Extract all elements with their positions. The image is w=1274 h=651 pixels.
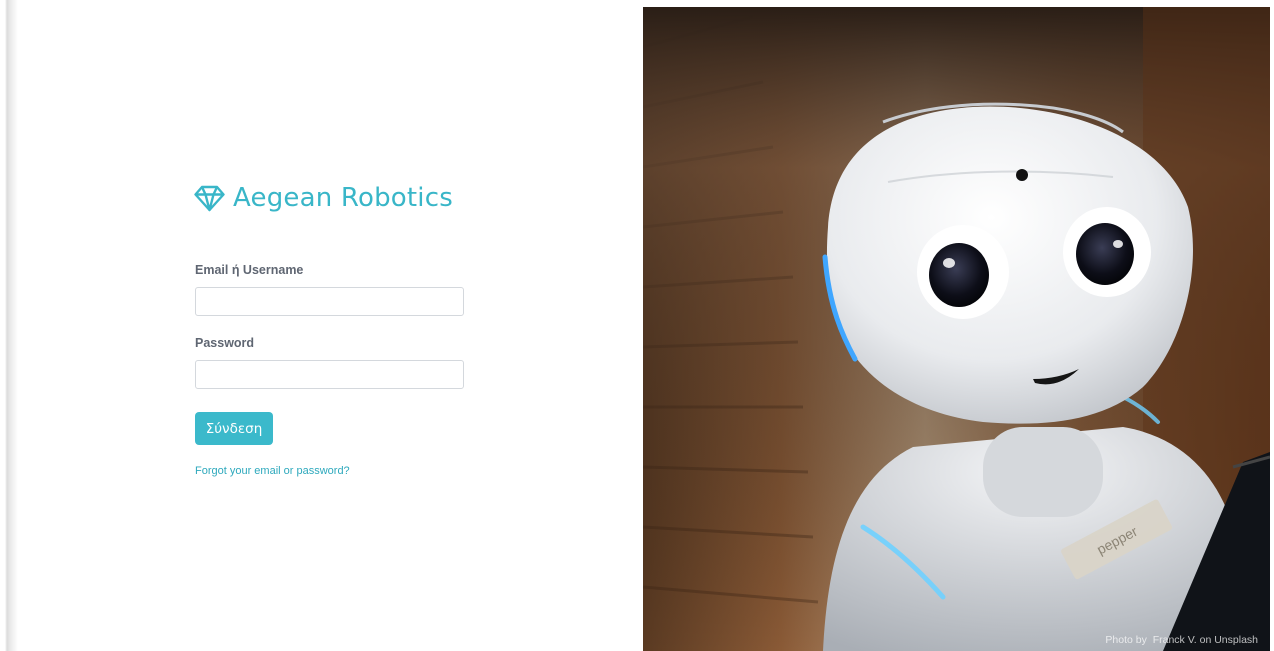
password-label: Password — [195, 336, 255, 350]
window-edge-shadow — [0, 0, 18, 651]
diamond-icon — [194, 185, 225, 212]
email-input[interactable] — [195, 287, 464, 316]
credit-author[interactable]: Franck V. — [1153, 634, 1197, 646]
brand-name: Aegean Robotics — [233, 183, 453, 213]
hero-photo: pepper Photo by Franck V. on Unsplash — [643, 7, 1270, 651]
login-page: Aegean Robotics Email ή Username Passwor… — [0, 0, 1274, 651]
login-button[interactable]: Σύνδεση — [195, 412, 273, 445]
photo-credit: Photo by Franck V. on Unsplash — [1105, 634, 1258, 646]
login-panel: Aegean Robotics Email ή Username Passwor… — [18, 7, 643, 651]
password-input[interactable] — [195, 360, 464, 389]
forgot-password-link[interactable]: Forgot your email or password? — [195, 465, 350, 477]
credit-site[interactable]: Unsplash — [1214, 634, 1258, 646]
email-label: Email ή Username — [195, 263, 304, 277]
credit-prefix: Photo by — [1105, 634, 1147, 646]
brand-logo: Aegean Robotics — [194, 183, 453, 213]
credit-on: on — [1199, 634, 1212, 646]
